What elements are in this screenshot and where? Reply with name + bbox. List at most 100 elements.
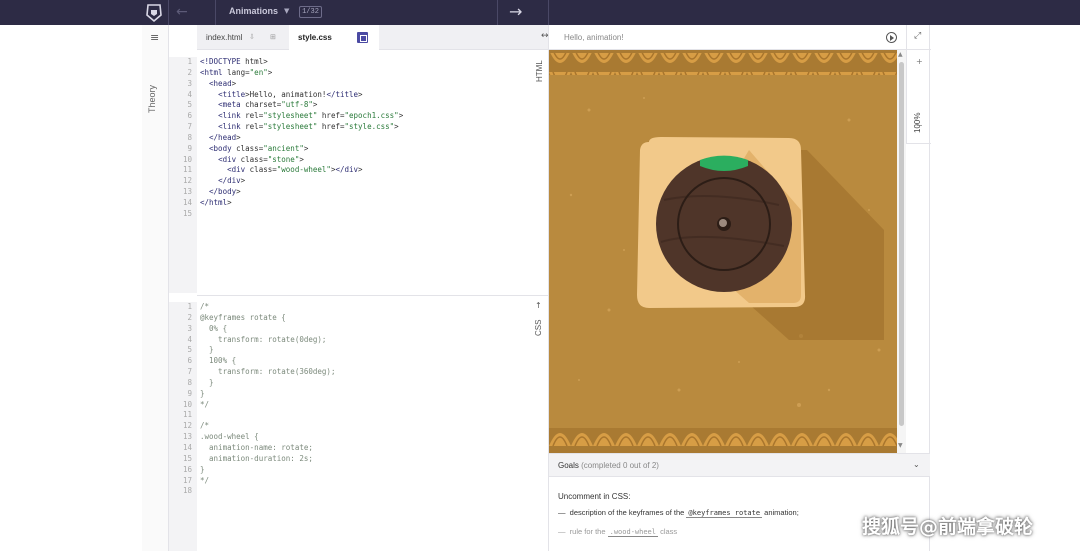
code-line[interactable]: <html lang="en"> [200,68,403,79]
course-title[interactable]: Animations [229,6,278,16]
code-line[interactable]: <!DOCTYPE html> [200,57,403,68]
line-number: 6 [187,356,192,366]
goal-code[interactable]: @keyframes rotate [686,509,763,518]
code-line[interactable] [200,209,403,220]
line-number: 1 [187,302,192,311]
line-number: 2 [187,312,192,322]
code-line[interactable]: animation-duration: 2s; [200,454,335,465]
editor-tabs: index.html ⇩ ⊞ style.css [197,25,548,50]
scroll-thumb[interactable] [899,62,904,426]
goals-label: Goals [558,461,579,470]
goals-header[interactable]: Goals (completed 0 out of 2) ⌄ [549,453,930,477]
top-bar: ← Animations ▼ 1/32 → [0,0,1080,25]
editor-divider[interactable] [197,295,548,296]
code-line[interactable]: <title>Hello, animation!</title> [200,90,403,101]
forward-arrow-icon[interactable]: → [509,2,522,21]
expand-icon[interactable]: ⤢ [914,31,921,41]
code-line[interactable]: <div class="stone"> [200,155,403,166]
bottom-scallops [549,428,897,450]
divider [907,49,931,50]
theory-toggle[interactable]: Theory [147,85,157,113]
code-line[interactable]: <head> [200,79,403,90]
back-arrow-icon[interactable]: ← [176,4,188,20]
code-line[interactable]: */ [200,400,335,411]
goal-code[interactable]: .wood-wheel [607,528,658,537]
grid-icon[interactable]: ⊞ [270,25,276,50]
code-line[interactable]: </div> [200,176,403,187]
css-editor[interactable]: 1 2 3 4 5 6 7 8 9 10 11 12 13 14 15 16 17 18 /* @keyframes… [169,302,548,551]
line-number: 12 [182,421,192,431]
line-number: 18 [182,486,192,496]
chevron-down-icon[interactable]: ▼ [284,7,289,15]
preview-scrollbar[interactable]: ▲ ▼ [897,50,906,453]
code-line[interactable]: <body class="ancient"> [200,144,403,155]
chevron-down-icon[interactable]: ⌄ [913,460,920,469]
goals-title: Goals (completed 0 out of 2) [558,461,659,470]
preview-canvas [549,50,897,453]
line-number: 8 [187,377,192,387]
tab-index-html[interactable]: index.html ⇩ ⊞ [197,25,289,50]
line-number: 10 [182,154,192,164]
line-number: 1 [187,57,192,66]
code-line[interactable]: <link rel="stylesheet" href="epoch1.css"… [200,111,403,122]
html-editor[interactable]: 1 2 3 4 5 6 7 8 9 10 11 12 13 14 15 <!DOCTYPE html> <ht… [169,57,548,293]
play-icon[interactable] [886,32,897,43]
code-line[interactable] [200,410,335,421]
line-number: 3 [187,78,192,88]
code-line[interactable]: transform: rotate(0deg); [200,335,335,346]
goals-progress: (completed 0 out of 2) [581,461,659,470]
css-code[interactable]: /* @keyframes rotate { 0% { transform: ro… [200,302,335,497]
logo-icon[interactable] [144,3,164,23]
css-label: CSS [534,319,543,336]
line-number: 9 [187,143,192,153]
code-line[interactable]: </body> [200,187,403,198]
line-number: 14 [182,442,192,452]
lesson-counter: 1/32 [299,6,322,18]
download-icon[interactable]: ⇩ [249,25,255,50]
menu-icon[interactable]: ≡ [150,31,159,44]
code-line[interactable]: .wood-wheel { [200,432,335,443]
watermark: 搜狐号@前端拿破轮 [862,516,1034,538]
code-line[interactable]: <meta charset="utf-8"> [200,100,403,111]
top-scallops [549,53,897,75]
line-number: 14 [182,197,192,207]
tab-label: style.css [298,33,332,42]
bullet: — [558,508,566,517]
line-number: 6 [187,111,192,121]
zoom-in-button[interactable]: + [916,57,923,66]
code-line[interactable]: </html> [200,198,403,209]
code-line[interactable]: @keyframes rotate { [200,313,335,324]
code-line[interactable]: } [200,465,335,476]
code-line[interactable]: transform: rotate(360deg); [200,367,335,378]
code-line[interactable]: } [200,345,335,356]
code-line[interactable]: } [200,378,335,389]
code-line[interactable]: */ [200,476,335,487]
code-line[interactable]: 100% { [200,356,335,367]
save-icon[interactable] [357,32,368,43]
line-number: 15 [182,208,192,218]
code-line[interactable]: /* [200,421,335,432]
goal-item: — rule for the .wood-wheel class [558,527,677,537]
code-line[interactable]: animation-name: rotate; [200,443,335,454]
code-line[interactable]: </head> [200,133,403,144]
scroll-up-icon[interactable]: ▲ [898,51,903,58]
arrow-up-icon[interactable]: ↑ [535,301,542,310]
line-number: 15 [182,453,192,463]
bullet: — [558,527,566,536]
theory-panel: ≡ Theory [142,25,169,551]
code-line[interactable]: 0% { [200,324,335,335]
zoom-out-button[interactable]: − [916,121,923,130]
code-line[interactable]: /* [200,302,335,313]
line-numbers: 1 2 3 4 5 6 7 8 9 10 11 12 13 14 15 [169,57,197,293]
goal-text: description of the keyframes of the [569,508,685,517]
html-code[interactable]: <!DOCTYPE html> <html lang="en"> <head> <… [200,57,403,220]
tab-style-css[interactable]: style.css [289,25,379,50]
swap-icon[interactable]: ↔ [541,31,549,41]
code-line[interactable]: } [200,389,335,400]
code-line[interactable] [200,486,335,497]
line-number: 5 [187,345,192,355]
scroll-down-icon[interactable]: ▼ [898,442,903,449]
code-line[interactable]: <div class="wood-wheel"></div> [200,165,403,176]
code-line[interactable]: <link rel="stylesheet" href="style.css"> [200,122,403,133]
line-number: 13 [182,432,192,442]
